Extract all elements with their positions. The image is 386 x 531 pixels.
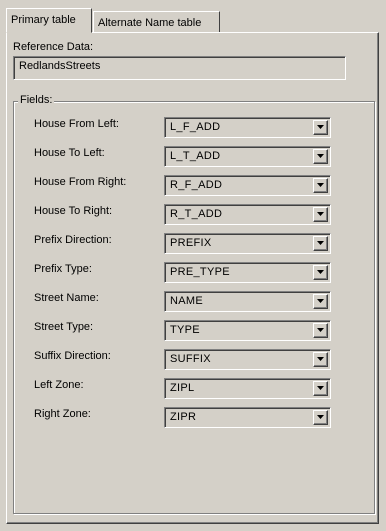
- combo-value: ZIPL: [170, 382, 195, 394]
- tab-alternate-name-table[interactable]: Alternate Name table: [93, 11, 220, 32]
- combo-house-from-right[interactable]: R_F_ADD: [164, 175, 331, 196]
- chevron-down-icon[interactable]: [313, 381, 328, 396]
- label-house-from-left: House From Left:: [34, 118, 119, 130]
- combo-value: PREFIX: [170, 237, 212, 249]
- combo-prefix-direction[interactable]: PREFIX: [164, 233, 331, 254]
- label-prefix-type: Prefix Type:: [34, 263, 92, 275]
- chevron-down-icon[interactable]: [313, 265, 328, 280]
- combo-street-name[interactable]: NAME: [164, 291, 331, 312]
- combo-house-to-right[interactable]: R_T_ADD: [164, 204, 331, 225]
- combo-suffix-direction[interactable]: SUFFIX: [164, 349, 331, 370]
- label-street-type: Street Type:: [34, 321, 94, 333]
- label-suffix-direction: Suffix Direction:: [34, 350, 111, 362]
- combo-house-from-left[interactable]: L_F_ADD: [164, 117, 331, 138]
- chevron-down-icon[interactable]: [313, 207, 328, 222]
- tab-primary-table[interactable]: Primary table: [6, 8, 92, 33]
- combo-house-to-left[interactable]: L_T_ADD: [164, 146, 331, 167]
- chevron-down-icon[interactable]: [313, 149, 328, 164]
- reference-data-field: RedlandsStreets: [13, 56, 346, 80]
- combo-value: R_T_ADD: [170, 208, 223, 220]
- chevron-down-icon[interactable]: [313, 236, 328, 251]
- chevron-down-icon[interactable]: [313, 323, 328, 338]
- reference-data-label: Reference Data:: [13, 41, 94, 53]
- label-prefix-direction: Prefix Direction:: [34, 234, 112, 246]
- combo-value: SUFFIX: [170, 353, 211, 365]
- tab-strip: Primary table Alternate Name table: [6, 8, 380, 33]
- label-house-to-left: House To Left:: [34, 147, 105, 159]
- combo-right-zone[interactable]: ZIPR: [164, 407, 331, 428]
- fields-group-legend: Fields:: [18, 94, 55, 106]
- combo-value: PRE_TYPE: [170, 266, 230, 278]
- combo-left-zone[interactable]: ZIPL: [164, 378, 331, 399]
- chevron-down-icon[interactable]: [313, 120, 328, 135]
- chevron-down-icon[interactable]: [313, 294, 328, 309]
- label-left-zone: Left Zone:: [34, 379, 84, 391]
- combo-value: L_F_ADD: [170, 121, 221, 133]
- chevron-down-icon[interactable]: [313, 410, 328, 425]
- label-house-to-right: House To Right:: [34, 205, 113, 217]
- chevron-down-icon[interactable]: [313, 352, 328, 367]
- label-house-from-right: House From Right:: [34, 176, 127, 188]
- combo-prefix-type[interactable]: PRE_TYPE: [164, 262, 331, 283]
- combo-value: R_F_ADD: [170, 179, 223, 191]
- combo-street-type[interactable]: TYPE: [164, 320, 331, 341]
- combo-value: NAME: [170, 295, 203, 307]
- label-street-name: Street Name:: [34, 292, 99, 304]
- combo-value: L_T_ADD: [170, 150, 221, 162]
- combo-value: ZIPR: [170, 411, 197, 423]
- label-right-zone: Right Zone:: [34, 408, 91, 420]
- chevron-down-icon[interactable]: [313, 178, 328, 193]
- combo-value: TYPE: [170, 324, 200, 336]
